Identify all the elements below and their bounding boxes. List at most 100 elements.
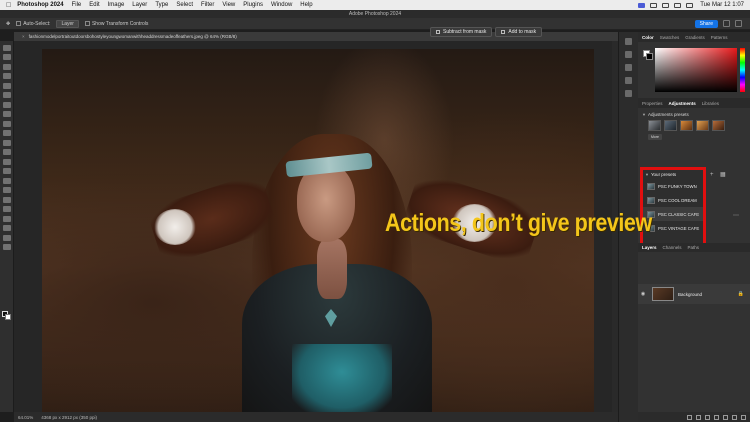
workspace-icon[interactable] <box>735 20 742 27</box>
panel-icon-5[interactable] <box>625 90 632 97</box>
search-icon[interactable] <box>723 20 730 27</box>
apple-icon[interactable]:  <box>6 2 11 9</box>
clone-stamp-tool-icon[interactable] <box>3 130 11 136</box>
gradient-tool-icon[interactable] <box>3 158 11 165</box>
menu-layer[interactable]: Layer <box>132 2 147 8</box>
preset-thumbnail[interactable] <box>648 120 661 131</box>
menu-type[interactable]: Type <box>155 2 168 8</box>
adjustments-presets-header[interactable]: ▼ Adjustments presets <box>642 112 746 117</box>
transform-controls-option[interactable]: Show Transform Controls <box>84 21 148 27</box>
menu-app-name[interactable]: Photoshop 2024 <box>17 2 63 8</box>
blur-tool-icon[interactable] <box>3 168 11 174</box>
preset-thumbnail[interactable] <box>680 120 693 131</box>
your-presets-header[interactable]: ▼ Your presets <box>643 170 703 179</box>
eraser-tool-icon[interactable] <box>3 149 11 155</box>
menu-file[interactable]: File <box>72 2 82 8</box>
preset-item[interactable]: PSC COOL DREAM <box>643 193 703 207</box>
add-mask-icon[interactable] <box>705 414 710 420</box>
menu-window[interactable]: Window <box>271 2 292 8</box>
menu-help[interactable]: Help <box>300 2 312 8</box>
subtract-from-mask-label: Subtract from mask <box>443 29 487 35</box>
preset-thumbnail[interactable] <box>664 120 677 131</box>
zoom-level[interactable]: 64.01% <box>18 415 33 420</box>
tab-color[interactable]: Color <box>642 35 654 40</box>
panel-icon-1[interactable] <box>625 38 632 45</box>
adjustment-layer-icon[interactable] <box>714 414 719 420</box>
auto-select-option[interactable]: Auto-Select: <box>16 21 50 27</box>
menu-image[interactable]: Image <box>108 2 125 8</box>
pen-tool-icon[interactable] <box>3 187 11 193</box>
tab-swatches[interactable]: Swatches <box>660 35 680 40</box>
lock-icon[interactable]: 🔒 <box>738 291 744 297</box>
macos-menubar:  Photoshop 2024 File Edit Image Layer T… <box>0 0 750 10</box>
delete-layer-icon[interactable] <box>741 414 746 420</box>
path-selection-tool-icon[interactable] <box>3 206 11 212</box>
color-picker-field[interactable] <box>655 48 737 92</box>
history-brush-tool-icon[interactable] <box>3 139 11 146</box>
dodge-tool-icon[interactable] <box>3 177 11 184</box>
menu-select[interactable]: Select <box>176 2 193 8</box>
background-color-swatch[interactable] <box>5 314 11 320</box>
tab-properties[interactable]: Properties <box>642 101 663 106</box>
tab-libraries[interactable]: Libraries <box>702 101 719 106</box>
frame-tool-icon[interactable] <box>3 92 11 98</box>
new-layer-icon[interactable] <box>732 414 737 420</box>
lasso-tool-icon[interactable] <box>3 63 11 70</box>
document-info[interactable]: 4368 px x 2912 px (350 ppi) <box>41 415 97 420</box>
marquee-tool-icon[interactable] <box>3 54 11 60</box>
menubar-clock[interactable]: Tue Mar 12 1:07 <box>700 2 744 8</box>
tab-adjustments[interactable]: Adjustments <box>669 101 696 106</box>
tab-layers[interactable]: Layers <box>642 245 657 250</box>
preset-item[interactable]: PSC FUNKY TOWN <box>643 179 703 193</box>
type-tool-icon[interactable] <box>3 196 11 203</box>
visibility-eye-icon[interactable]: ◉ <box>638 291 648 297</box>
tab-paths[interactable]: Paths <box>688 245 700 250</box>
hand-tool-icon[interactable] <box>3 225 11 231</box>
window-title: Adobe Photoshop 2024 <box>0 10 750 18</box>
auto-select-checkbox[interactable] <box>16 21 22 26</box>
panel-icon-4[interactable] <box>625 77 632 84</box>
close-icon[interactable]: × <box>22 34 25 39</box>
preset-thumbnail[interactable] <box>712 120 725 131</box>
more-presets-button[interactable]: More <box>648 134 662 140</box>
tab-channels[interactable]: Channels <box>663 245 682 250</box>
add-to-mask-button[interactable]: Add to mask <box>495 27 543 37</box>
menu-edit[interactable]: Edit <box>89 2 99 8</box>
grid-view-icon[interactable]: ▦ <box>720 172 726 178</box>
add-icon[interactable]: + <box>710 172 716 178</box>
more-tools-icon[interactable] <box>3 244 11 250</box>
brush-tool-icon[interactable] <box>3 120 11 127</box>
crop-tool-icon[interactable] <box>3 82 11 89</box>
healing-brush-tool-icon[interactable] <box>3 111 11 117</box>
eyedropper-tool-icon[interactable] <box>3 101 11 108</box>
subtract-from-mask-button[interactable]: Subtract from mask <box>430 27 493 37</box>
panel-icon-2[interactable] <box>625 51 632 58</box>
layer-row[interactable]: ◉ Background 🔒 <box>638 284 750 304</box>
search-icon[interactable] <box>674 2 682 8</box>
panel-icon-3[interactable] <box>625 64 632 71</box>
preset-thumbnail[interactable] <box>696 120 709 131</box>
menu-view[interactable]: View <box>222 2 235 8</box>
tab-patterns[interactable]: Patterns <box>711 35 728 40</box>
rectangle-tool-icon[interactable] <box>3 215 11 222</box>
more-options-icon[interactable]: ⋯ <box>733 212 739 219</box>
link-layers-icon[interactable] <box>687 414 692 420</box>
wifi-icon[interactable] <box>650 2 658 8</box>
layer-dropdown[interactable]: Layer <box>56 19 79 28</box>
tab-gradients[interactable]: Gradients <box>685 35 705 40</box>
screen-share-icon[interactable] <box>638 2 646 8</box>
move-tool-icon[interactable]: ✥ <box>6 21 10 27</box>
move-tool-icon[interactable] <box>3 44 11 51</box>
menu-plugins[interactable]: Plugins <box>243 2 263 8</box>
object-selection-tool-icon[interactable] <box>3 73 11 79</box>
layer-style-icon[interactable] <box>696 414 701 420</box>
zoom-tool-icon[interactable] <box>3 234 11 241</box>
battery-icon[interactable] <box>662 2 670 8</box>
color-background-swatch[interactable] <box>646 53 653 60</box>
menu-filter[interactable]: Filter <box>201 2 214 8</box>
new-group-icon[interactable] <box>723 414 728 420</box>
share-button[interactable]: Share <box>694 20 718 28</box>
hue-slider[interactable] <box>740 48 745 92</box>
transform-controls-checkbox[interactable] <box>84 21 90 26</box>
control-center-icon[interactable] <box>686 2 694 8</box>
